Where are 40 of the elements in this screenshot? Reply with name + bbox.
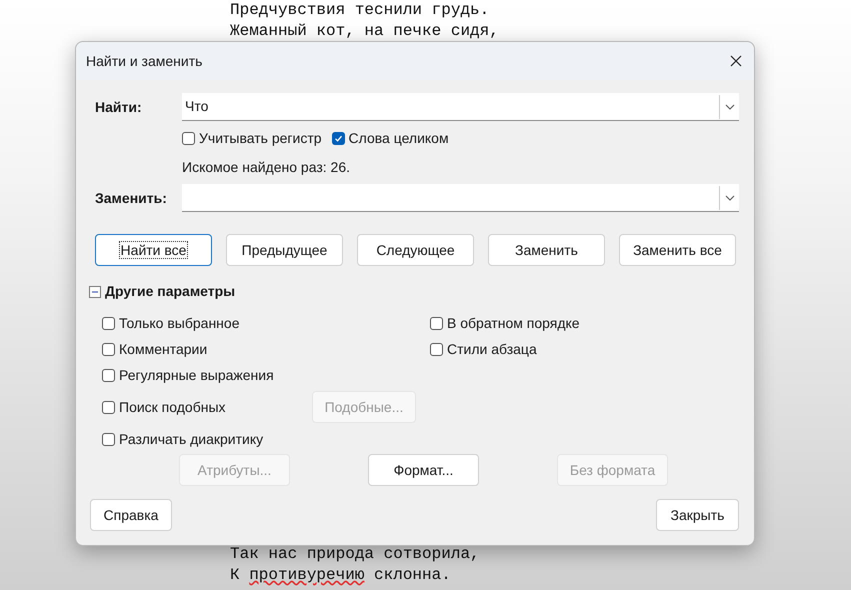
close-icon[interactable] (730, 55, 742, 67)
combo-field[interactable] (182, 184, 739, 212)
checkbox[interactable] (182, 132, 195, 145)
checkbox[interactable] (102, 316, 115, 330)
checkbox-label[interactable]: Различать диакритику (119, 428, 264, 450)
replace-label: Заменить: (95, 188, 168, 208)
document-line: К противуречию склонна. (230, 565, 452, 586)
checkbox-label[interactable]: Только выбранное (119, 312, 240, 334)
check-icon (334, 134, 343, 143)
checkbox[interactable] (102, 432, 115, 446)
dialog-button[interactable]: Найти все (95, 234, 212, 266)
dialog-button[interactable]: Заменить все (619, 234, 736, 266)
document-line: Предчувствия теснили грудь. (230, 0, 490, 21)
collapse-toggle-icon[interactable] (89, 286, 101, 298)
combo-field[interactable]: Что (182, 93, 739, 121)
dialog-button[interactable]: Формат... (368, 454, 479, 486)
checkbox-label[interactable]: Поиск подобных (119, 396, 226, 418)
checkbox[interactable] (102, 342, 115, 356)
dialog-button[interactable]: Заменить (488, 234, 605, 266)
checkbox-label[interactable]: Комментарии (119, 338, 208, 360)
checkbox[interactable] (102, 400, 115, 414)
checkbox[interactable] (332, 132, 345, 145)
dialog-button[interactable]: Справка (90, 499, 172, 531)
find-label: Найти: (95, 98, 143, 116)
checkbox-label[interactable]: Слова целиком (348, 128, 449, 149)
dialog-button[interactable]: Следующее (357, 234, 474, 266)
section-heading[interactable]: Другие параметры (105, 281, 236, 302)
checkbox[interactable] (102, 368, 115, 382)
checkbox[interactable] (430, 342, 443, 356)
checkbox-label[interactable]: Регулярные выражения (119, 364, 274, 386)
checkbox[interactable] (430, 316, 443, 330)
dialog-button[interactable]: Предыдущее (226, 234, 343, 266)
checkbox-label[interactable]: В обратном порядке (447, 312, 580, 334)
dialog-button[interactable]: Закрыть (656, 499, 739, 531)
document-line: Так нас природа сотворила, (230, 544, 481, 565)
checkbox-label[interactable]: Стили абзаца (447, 338, 537, 360)
checkbox-label[interactable]: Учитывать регистр (199, 128, 322, 149)
found-count-text: Искомое найдено раз: 26. (181, 158, 351, 177)
document-line: Жеманный кот, на печке сидя, (230, 21, 500, 42)
window-title: Найти и заменить (86, 52, 202, 70)
